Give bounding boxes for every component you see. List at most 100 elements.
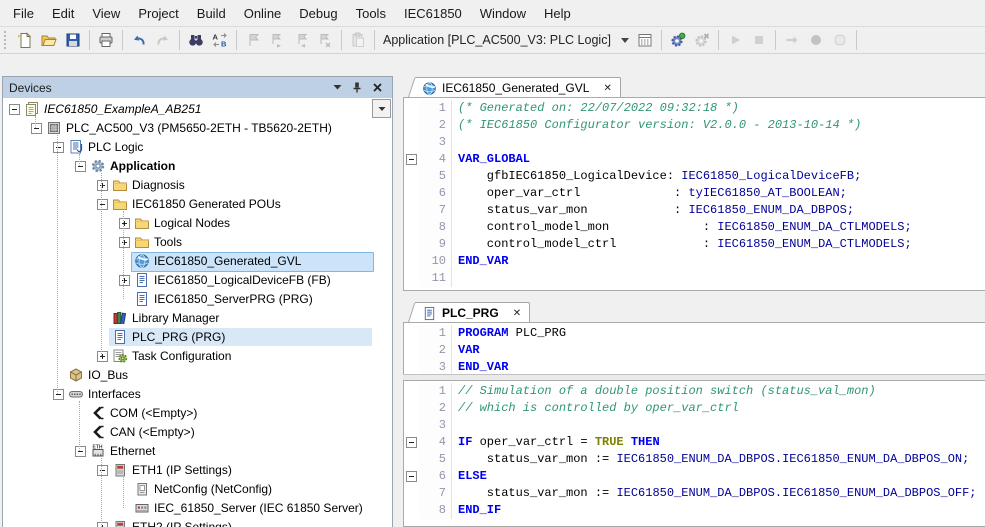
- prg-body-pane: 1 // Simulation of a double position swit…: [403, 380, 985, 527]
- folder-icon: [112, 177, 128, 193]
- editor-tab-iec61850-generated-gvl[interactable]: IEC61850_Generated_GVL ✕: [415, 77, 621, 98]
- tree-item-ethernet[interactable]: ETH Ethernet: [3, 442, 392, 461]
- toolbar-separator: [179, 30, 180, 50]
- tree-item-plc-prg-prg[interactable]: PLC_PRG (PRG): [3, 328, 392, 347]
- bookmark-button[interactable]: [242, 29, 264, 51]
- start-button[interactable]: [724, 29, 746, 51]
- tree-item-plc-logic[interactable]: PLC Logic: [3, 138, 392, 157]
- redo-button[interactable]: [152, 29, 174, 51]
- tab-close-icon[interactable]: ✕: [603, 83, 611, 94]
- undo-button[interactable]: [128, 29, 150, 51]
- tree-item-iec-61850-server-iec-61850-server[interactable]: IEC_61850_Server (IEC 61850 Server): [3, 499, 392, 518]
- tree-item-iec61850-generated-pous[interactable]: IEC61850 Generated POUs: [3, 195, 392, 214]
- collapse-toggle[interactable]: [97, 199, 108, 210]
- collapse-toggle[interactable]: [9, 104, 20, 115]
- save-button[interactable]: [62, 29, 84, 51]
- step-over-button[interactable]: [781, 29, 803, 51]
- panel-menu-button[interactable]: [328, 80, 346, 96]
- toolbar-grip[interactable]: [4, 31, 10, 49]
- gvl-declaration-code[interactable]: 1 (* Generated on: 22/07/2022 09:32:18 *)…: [404, 98, 985, 290]
- tree-item-logical-nodes[interactable]: Logical Nodes: [3, 214, 392, 233]
- expand-toggle[interactable]: [119, 237, 130, 248]
- build-button[interactable]: [634, 29, 656, 51]
- collapse-toggle[interactable]: [31, 123, 42, 134]
- logout-button[interactable]: [691, 29, 713, 51]
- stop-button[interactable]: [748, 29, 770, 51]
- tree-item-can-empty[interactable]: CAN (<Empty>): [3, 423, 392, 442]
- paste-button[interactable]: [347, 29, 369, 51]
- tree-item-application[interactable]: Application: [3, 157, 392, 176]
- fold-margin: [404, 400, 419, 417]
- pin-icon[interactable]: [348, 80, 366, 96]
- breakpoint-outline-button[interactable]: [829, 29, 851, 51]
- print-button[interactable]: [95, 29, 117, 51]
- tab-close-icon[interactable]: ✕: [513, 308, 521, 319]
- tree-item-eth1-ip-settings[interactable]: ETH1 (IP Settings): [3, 461, 392, 480]
- code-line: 7 status_var_mon : IEC61850_ENUM_DA_DBPO…: [404, 202, 985, 219]
- fold-collapse-toggle[interactable]: [406, 154, 417, 165]
- menu-help[interactable]: Help: [535, 2, 580, 25]
- active-application-selector[interactable]: Application [PLC_AC500_V3: PLC Logic]: [379, 31, 633, 49]
- tab-bar: IEC61850_Generated_GVL ✕: [403, 76, 985, 98]
- tree-item-iec61850-generated-gvl[interactable]: IEC61850_Generated_GVL: [3, 252, 392, 272]
- collapse-toggle[interactable]: [53, 389, 64, 400]
- devices-panel: Devices IEC61850_ExampleA_AB251 PLC_AC500…: [2, 76, 393, 527]
- tree-item-interfaces[interactable]: Interfaces: [3, 385, 392, 404]
- menu-iec61850[interactable]: IEC61850: [395, 2, 471, 25]
- fold-collapse-toggle[interactable]: [406, 471, 417, 482]
- breakpoint-button[interactable]: [805, 29, 827, 51]
- tree-item-com-empty[interactable]: COM (<Empty>): [3, 404, 392, 423]
- new-file-button[interactable]: [14, 29, 36, 51]
- menu-file[interactable]: File: [4, 2, 43, 25]
- tree-item-task-configuration[interactable]: Task Configuration: [3, 347, 392, 366]
- tree-item-iec61850-logicaldevicefb-fb[interactable]: IEC61850_LogicalDeviceFB (FB): [3, 271, 392, 290]
- open-file-button[interactable]: [38, 29, 60, 51]
- tree-item-tools[interactable]: Tools: [3, 233, 392, 252]
- editor-tab-plc-prg[interactable]: PLC_PRG ✕: [415, 302, 531, 323]
- tree-item-iec61850-examplea-ab251[interactable]: IEC61850_ExampleA_AB251: [3, 100, 392, 119]
- menu-edit[interactable]: Edit: [43, 2, 83, 25]
- close-icon[interactable]: [368, 80, 386, 96]
- tree-item-plc-ac500-v3-pm5650-2eth-tb5620-2eth[interactable]: PLC_AC500_V3 (PM5650-2ETH - TB5620-2ETH): [3, 119, 392, 138]
- tree-item-io-bus[interactable]: IO_Bus: [3, 366, 392, 385]
- tree-item-library-manager[interactable]: Library Manager: [3, 309, 392, 328]
- login-button[interactable]: [667, 29, 689, 51]
- collapse-toggle[interactable]: [75, 161, 86, 172]
- replace-button[interactable]: AB: [209, 29, 231, 51]
- menu-debug[interactable]: Debug: [290, 2, 346, 25]
- expand-toggle[interactable]: [119, 218, 130, 229]
- tree-item-diagnosis[interactable]: Diagnosis: [3, 176, 392, 195]
- tree-item-label: IEC61850_ExampleA_AB251: [44, 102, 202, 116]
- collapse-toggle[interactable]: [97, 465, 108, 476]
- fold-collapse-toggle[interactable]: [406, 437, 417, 448]
- prg-declaration-code[interactable]: 1 PROGRAM PLC_PRG 2 VAR 3 END_VAR: [404, 323, 985, 375]
- menu-tools[interactable]: Tools: [347, 2, 395, 25]
- find-button[interactable]: [185, 29, 207, 51]
- toolbar-separator: [236, 30, 237, 50]
- collapse-toggle[interactable]: [53, 142, 64, 153]
- tree-item-iec61850-serverprg-prg[interactable]: IEC61850_ServerPRG (PRG): [3, 290, 392, 309]
- bookmark-next-button[interactable]: [266, 29, 288, 51]
- globe-icon: [134, 253, 150, 269]
- menu-view[interactable]: View: [83, 2, 129, 25]
- tree-item-label: IEC61850 Generated POUs: [132, 197, 281, 211]
- menu-window[interactable]: Window: [471, 2, 535, 25]
- collapse-toggle[interactable]: [75, 446, 86, 457]
- fold-margin: [404, 253, 419, 270]
- prg-body-code[interactable]: 1 // Simulation of a double position swit…: [404, 381, 985, 526]
- expand-toggle[interactable]: [97, 351, 108, 362]
- tree-item-label: PLC_PRG (PRG): [132, 330, 226, 344]
- fold-margin: [404, 117, 419, 134]
- menu-project[interactable]: Project: [129, 2, 187, 25]
- bookmark-prev-button[interactable]: [290, 29, 312, 51]
- bookmark-clear-button[interactable]: [314, 29, 336, 51]
- expand-toggle[interactable]: [119, 275, 130, 286]
- com-icon: [90, 405, 106, 421]
- menu-online[interactable]: Online: [235, 2, 291, 25]
- tree-item-eth2-ip-settings[interactable]: ETH2 (IP Settings): [3, 518, 392, 527]
- tree-item-netconfig-netconfig[interactable]: NetConfig (NetConfig): [3, 480, 392, 499]
- expand-toggle[interactable]: [97, 522, 108, 527]
- netconfig-icon: [134, 481, 150, 497]
- menu-build[interactable]: Build: [188, 2, 235, 25]
- expand-toggle[interactable]: [97, 180, 108, 191]
